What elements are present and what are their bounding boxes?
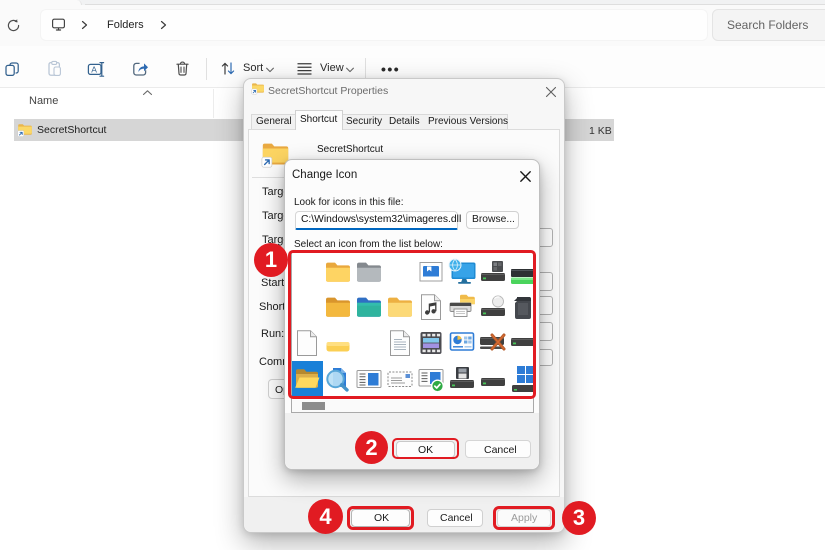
svg-text:A: A (91, 64, 97, 74)
